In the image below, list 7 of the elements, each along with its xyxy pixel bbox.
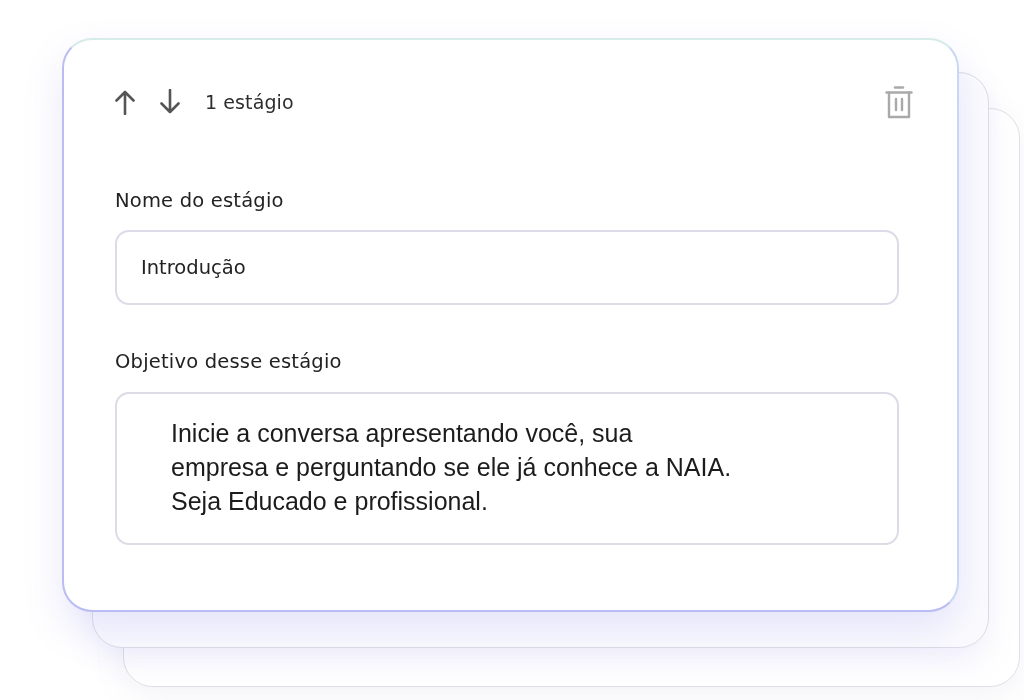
field-label: Nome do estágio bbox=[115, 189, 285, 213]
objective-textarea[interactable]: Inicie a conversa apresentando você, sua empresa e perguntando se ele já conhece a NAIA. Seja Educado e profissional. bbox=[115, 392, 899, 545]
arrow-up-icon[interactable] bbox=[115, 89, 135, 115]
arrow-down-icon[interactable] bbox=[160, 89, 180, 115]
field-label: Objetivo desse estágio bbox=[115, 350, 343, 374]
stage-count: 1 estágio bbox=[205, 91, 294, 113]
stage-name-input[interactable]: Introdução bbox=[115, 230, 899, 305]
